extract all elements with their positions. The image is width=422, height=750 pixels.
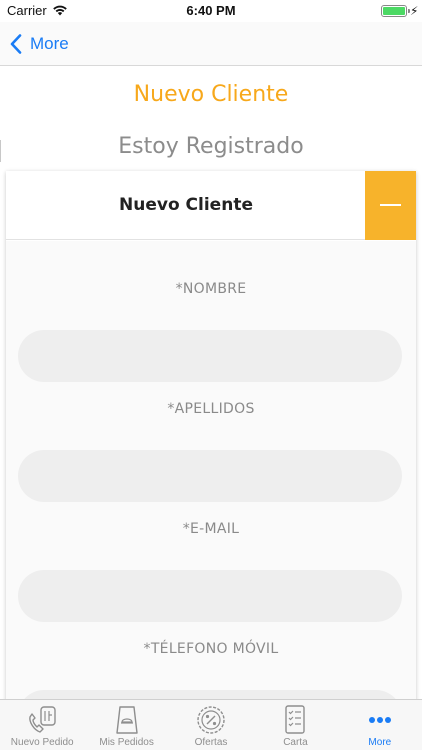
battery-icon bbox=[381, 5, 410, 17]
menu-list-icon bbox=[285, 705, 306, 734]
email-label: *E-MAIL bbox=[182, 521, 240, 537]
tab-carta[interactable]: Carta bbox=[253, 700, 337, 750]
tab-label: Carta bbox=[283, 737, 308, 748]
bag-icon bbox=[115, 706, 138, 734]
apellidos-label: *APELLIDOS bbox=[167, 401, 255, 417]
tab-nuevo-pedido[interactable]: Nuevo Pedido bbox=[0, 700, 84, 750]
minus-icon bbox=[380, 204, 401, 206]
status-bar: Carrier 6:40 PM ⚡ bbox=[0, 0, 422, 22]
more-dots-icon bbox=[368, 717, 391, 723]
tab-label: Nuevo Pedido bbox=[10, 737, 74, 748]
telefono-label: *TÉLEFONO MÓVIL bbox=[143, 641, 279, 657]
form-body: *NOMBRE *APELLIDOS *E-MAIL *TÉLEFONO MÓV… bbox=[6, 241, 416, 742]
tab-label: Mis Pedidos bbox=[99, 737, 154, 748]
charging-bolt-icon: ⚡ bbox=[410, 4, 419, 18]
card-header: Nuevo Cliente bbox=[6, 171, 416, 240]
chevron-left-icon bbox=[10, 34, 22, 54]
back-button[interactable]: More bbox=[10, 30, 69, 58]
percent-badge-icon bbox=[197, 706, 225, 734]
clock: 6:40 PM bbox=[186, 3, 236, 18]
collapse-button[interactable] bbox=[365, 171, 416, 240]
apellidos-input[interactable] bbox=[18, 450, 402, 502]
tab-label: Ofertas bbox=[194, 737, 228, 748]
tab-label: More bbox=[368, 737, 392, 748]
navigation-bar: More bbox=[0, 22, 422, 66]
phone-order-icon bbox=[29, 706, 56, 733]
registration-card: Nuevo Cliente *NOMBRE *APELLIDOS *E-MAIL… bbox=[6, 171, 416, 742]
card-title: Nuevo Cliente bbox=[119, 195, 253, 215]
nombre-input[interactable] bbox=[18, 330, 402, 382]
tab-bar: Nuevo Pedido Mis Pedidos Ofertas Carta M… bbox=[0, 699, 422, 750]
tab-nuevo-cliente[interactable]: Nuevo Cliente bbox=[0, 82, 422, 107]
tab-estoy-registrado[interactable]: Estoy Registrado bbox=[0, 134, 422, 159]
email-input[interactable] bbox=[18, 570, 402, 622]
tab-more[interactable]: More bbox=[338, 700, 422, 750]
back-label: More bbox=[30, 34, 69, 53]
tab-mis-pedidos[interactable]: Mis Pedidos bbox=[84, 700, 168, 750]
nombre-label: *NOMBRE bbox=[175, 281, 247, 297]
tab-ofertas[interactable]: Ofertas bbox=[169, 700, 253, 750]
